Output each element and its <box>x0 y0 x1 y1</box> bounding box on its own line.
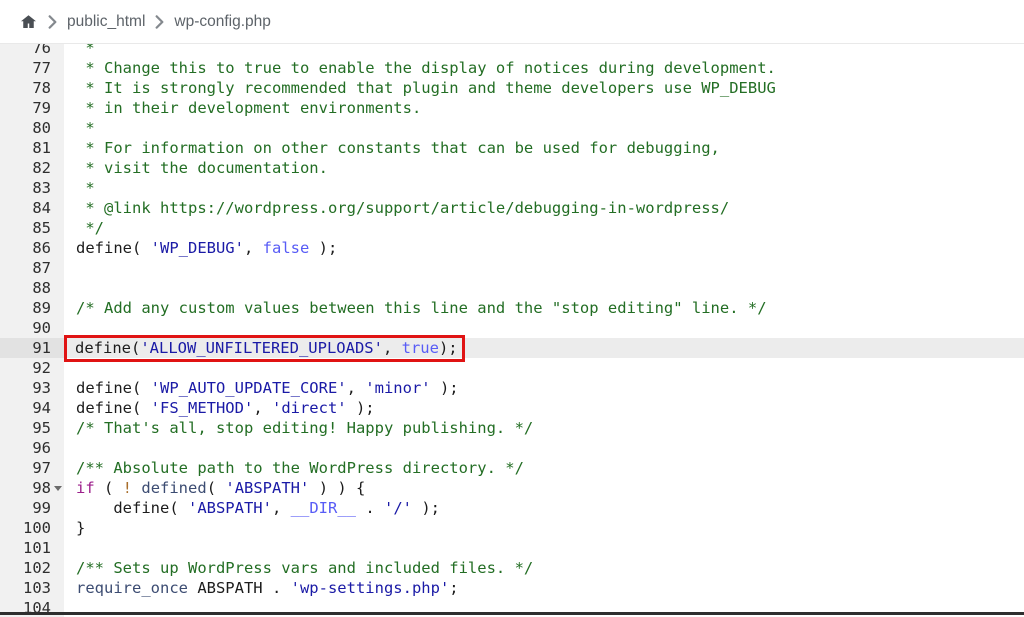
code-line[interactable]: 82 * visit the documentation. <box>0 158 1024 178</box>
code-text[interactable]: * It is strongly recommended that plugin… <box>64 78 1024 98</box>
highlight-box: define('ALLOW_UNFILTERED_UPLOADS', true)… <box>64 335 465 362</box>
code-text[interactable]: * <box>64 178 1024 198</box>
code-text[interactable]: /* That's all, stop editing! Happy publi… <box>64 418 1024 438</box>
code-line[interactable]: 81 * For information on other constants … <box>0 138 1024 158</box>
line-number: 98 <box>0 478 64 498</box>
line-number: 96 <box>0 438 64 458</box>
code-line[interactable]: 83 * <box>0 178 1024 198</box>
code-text[interactable] <box>64 438 1024 458</box>
code-text[interactable]: /** Sets up WordPress vars and included … <box>64 558 1024 578</box>
code-text[interactable] <box>64 258 1024 278</box>
line-number: 94 <box>0 398 64 418</box>
code-line[interactable]: 91 define('ALLOW_UNFILTERED_UPLOADS', tru… <box>0 335 1024 362</box>
line-number: 86 <box>0 238 64 258</box>
code-line[interactable]: 79 * in their development environments. <box>0 98 1024 118</box>
code-text[interactable] <box>64 538 1024 558</box>
code-line[interactable]: 95/* That's all, stop editing! Happy pub… <box>0 418 1024 438</box>
line-number: 95 <box>0 418 64 438</box>
code-rows: 76 * 77 * Change this to true to enable t… <box>0 44 1024 617</box>
breadcrumb-folder[interactable]: public_html <box>67 13 145 31</box>
code-text[interactable] <box>64 278 1024 298</box>
line-number: 89 <box>0 298 64 318</box>
code-line[interactable]: 97/** Absolute path to the WordPress dir… <box>0 458 1024 478</box>
line-number: 90 <box>0 318 64 338</box>
code-text[interactable]: define( 'WP_AUTO_UPDATE_CORE', 'minor' )… <box>64 378 1024 398</box>
code-line[interactable]: 103 require_once ABSPATH . 'wp-settings.p… <box>0 578 1024 598</box>
line-number: 101 <box>0 538 64 558</box>
line-number: 81 <box>0 138 64 158</box>
line-number: 78 <box>0 78 64 98</box>
code-line[interactable]: 96 <box>0 438 1024 458</box>
line-number: 91 <box>0 338 64 358</box>
code-line[interactable]: 78 * It is strongly recommended that plu… <box>0 78 1024 98</box>
code-text[interactable]: define( 'ABSPATH', __DIR__ . '/' ); <box>64 498 1024 518</box>
code-editor[interactable]: 76 * 77 * Change this to true to enable t… <box>0 44 1024 617</box>
code-line[interactable]: 94 define( 'FS_METHOD', 'direct' ); <box>0 398 1024 418</box>
code-text[interactable]: * visit the documentation. <box>64 158 1024 178</box>
code-line[interactable]: 86 define( 'WP_DEBUG', false ); <box>0 238 1024 258</box>
window-bottom-edge <box>0 612 1024 615</box>
code-text[interactable]: if ( ! defined( 'ABSPATH' ) ) { <box>64 478 1024 498</box>
code-text[interactable]: * <box>64 44 1024 58</box>
code-text[interactable]: * <box>64 118 1024 138</box>
code-text[interactable]: } <box>64 518 1024 538</box>
code-text[interactable]: */ <box>64 218 1024 238</box>
line-number: 82 <box>0 158 64 178</box>
line-number: 79 <box>0 98 64 118</box>
code-text[interactable]: * For information on other constants tha… <box>64 138 1024 158</box>
code-text[interactable]: * Change this to true to enable the disp… <box>64 58 1024 78</box>
code-line[interactable]: 99 define( 'ABSPATH', __DIR__ . '/' ); <box>0 498 1024 518</box>
line-number: 76 <box>0 44 64 58</box>
line-number: 83 <box>0 178 64 198</box>
code-text[interactable]: * in their development environments. <box>64 98 1024 118</box>
code-line[interactable]: 93 define( 'WP_AUTO_UPDATE_CORE', 'minor'… <box>0 378 1024 398</box>
chevron-right-icon <box>48 14 57 29</box>
code-text[interactable]: /** Absolute path to the WordPress direc… <box>64 458 1024 478</box>
code-line[interactable]: 88 <box>0 278 1024 298</box>
line-number: 99 <box>0 498 64 518</box>
code-line[interactable]: 76 * <box>0 44 1024 58</box>
code-text[interactable]: define( 'WP_DEBUG', false ); <box>64 238 1024 258</box>
line-number: 93 <box>0 378 64 398</box>
code-line[interactable]: 87 <box>0 258 1024 278</box>
code-line[interactable]: 80 * <box>0 118 1024 138</box>
code-line[interactable]: 100} <box>0 518 1024 538</box>
code-line[interactable]: 89/* Add any custom values between this … <box>0 298 1024 318</box>
line-number: 97 <box>0 458 64 478</box>
code-text[interactable]: define( 'FS_METHOD', 'direct' ); <box>64 398 1024 418</box>
code-text[interactable]: define('ALLOW_UNFILTERED_UPLOADS', true)… <box>64 335 1024 362</box>
code-line[interactable]: 102/** Sets up WordPress vars and includ… <box>0 558 1024 578</box>
chevron-right-icon <box>155 14 164 29</box>
home-icon[interactable] <box>19 13 38 31</box>
fold-toggle-icon[interactable] <box>54 486 62 491</box>
line-number: 103 <box>0 578 64 598</box>
line-number: 84 <box>0 198 64 218</box>
line-number: 80 <box>0 118 64 138</box>
code-line[interactable]: 101 <box>0 538 1024 558</box>
line-number: 88 <box>0 278 64 298</box>
code-line[interactable]: 84 * @link https://wordpress.org/support… <box>0 198 1024 218</box>
code-line[interactable]: 98 if ( ! defined( 'ABSPATH' ) ) { <box>0 478 1024 498</box>
code-text[interactable]: /* Add any custom values between this li… <box>64 298 1024 318</box>
line-number: 92 <box>0 358 64 378</box>
breadcrumb: public_html wp-config.php <box>0 0 1024 44</box>
code-text[interactable]: * @link https://wordpress.org/support/ar… <box>64 198 1024 218</box>
code-line[interactable]: 77 * Change this to true to enable the d… <box>0 58 1024 78</box>
line-number: 87 <box>0 258 64 278</box>
code-text[interactable]: require_once ABSPATH . 'wp-settings.php'… <box>64 578 1024 598</box>
line-number: 77 <box>0 58 64 78</box>
code-line[interactable]: 85 */ <box>0 218 1024 238</box>
line-number: 102 <box>0 558 64 578</box>
line-number: 85 <box>0 218 64 238</box>
line-number: 100 <box>0 518 64 538</box>
breadcrumb-file[interactable]: wp-config.php <box>174 13 271 31</box>
